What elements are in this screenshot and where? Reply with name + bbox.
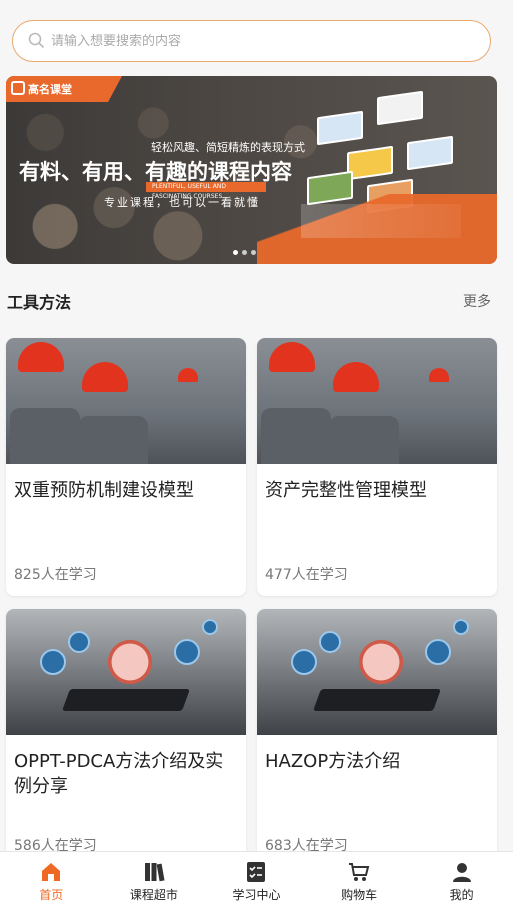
brand-logo-icon	[11, 81, 25, 95]
search-bar[interactable]	[12, 20, 491, 62]
carousel-dot[interactable]	[251, 250, 256, 255]
banner-subtitle: 轻松风趣、简短精炼的表现方式	[151, 141, 305, 154]
course-card[interactable]: HAZOP方法介绍 683人在学习	[257, 609, 497, 867]
tab-label: 学习中心	[232, 888, 281, 902]
books-icon	[144, 863, 165, 882]
bottom-tab-bar: 首页 课程超市 学习中心 购物车 我的	[0, 851, 513, 907]
course-title: HAZOP方法介绍	[265, 751, 401, 772]
section-header: 工具方法 更多	[7, 290, 491, 312]
search-input[interactable]	[51, 33, 451, 49]
promo-banner[interactable]: 高名课堂 轻松风趣、简短精炼的表现方式 有料、有用、有趣的课程内容 PLENTI…	[6, 76, 497, 264]
carousel-dot[interactable]	[233, 250, 238, 255]
tab-label: 我的	[449, 888, 474, 902]
carousel-dot[interactable]	[242, 250, 247, 255]
course-title: 资产完整性管理模型	[265, 480, 427, 501]
learner-count: 825人在学习	[14, 567, 97, 583]
more-link[interactable]: 更多	[463, 291, 491, 311]
carousel-indicator	[233, 250, 256, 255]
banner-english-caption: PLENTIFUL, USEFUL AND FASCINATING COURSE…	[146, 182, 266, 200]
brand-logo: 高名课堂	[6, 76, 122, 102]
course-card[interactable]: OPPT-PDCA方法介绍及实例分享 586人在学习	[6, 609, 246, 867]
tab-cart[interactable]: 购物车	[308, 852, 411, 907]
user-icon	[452, 863, 471, 882]
course-thumbnail	[257, 338, 497, 464]
course-card[interactable]: 资产完整性管理模型 477人在学习	[257, 338, 497, 596]
section-title: 工具方法	[7, 293, 72, 312]
course-title: OPPT-PDCA方法介绍及实例分享	[14, 751, 224, 797]
banner-tagline: 专业课程，也可以一看就懂	[104, 196, 260, 209]
tab-label: 首页	[39, 888, 64, 902]
checklist-icon	[247, 862, 266, 882]
home-icon	[42, 863, 61, 881]
tab-learning-center[interactable]: 学习中心	[205, 852, 308, 907]
cart-icon	[349, 863, 370, 881]
search-icon	[28, 32, 45, 49]
course-thumbnail	[257, 609, 497, 735]
tab-course-market[interactable]: 课程超市	[103, 852, 206, 907]
tab-home[interactable]: 首页	[0, 852, 103, 907]
brand-name: 高名课堂	[28, 83, 72, 96]
tab-profile[interactable]: 我的	[410, 852, 513, 907]
tab-label: 购物车	[341, 888, 378, 902]
learner-count: 477人在学习	[265, 567, 348, 583]
course-title: 双重预防机制建设模型	[14, 480, 194, 501]
banner-city-graphic	[301, 204, 461, 238]
course-thumbnail	[6, 338, 246, 464]
course-thumbnail	[6, 609, 246, 735]
course-card[interactable]: 双重预防机制建设模型 825人在学习	[6, 338, 246, 596]
tab-label: 课程超市	[129, 888, 178, 902]
